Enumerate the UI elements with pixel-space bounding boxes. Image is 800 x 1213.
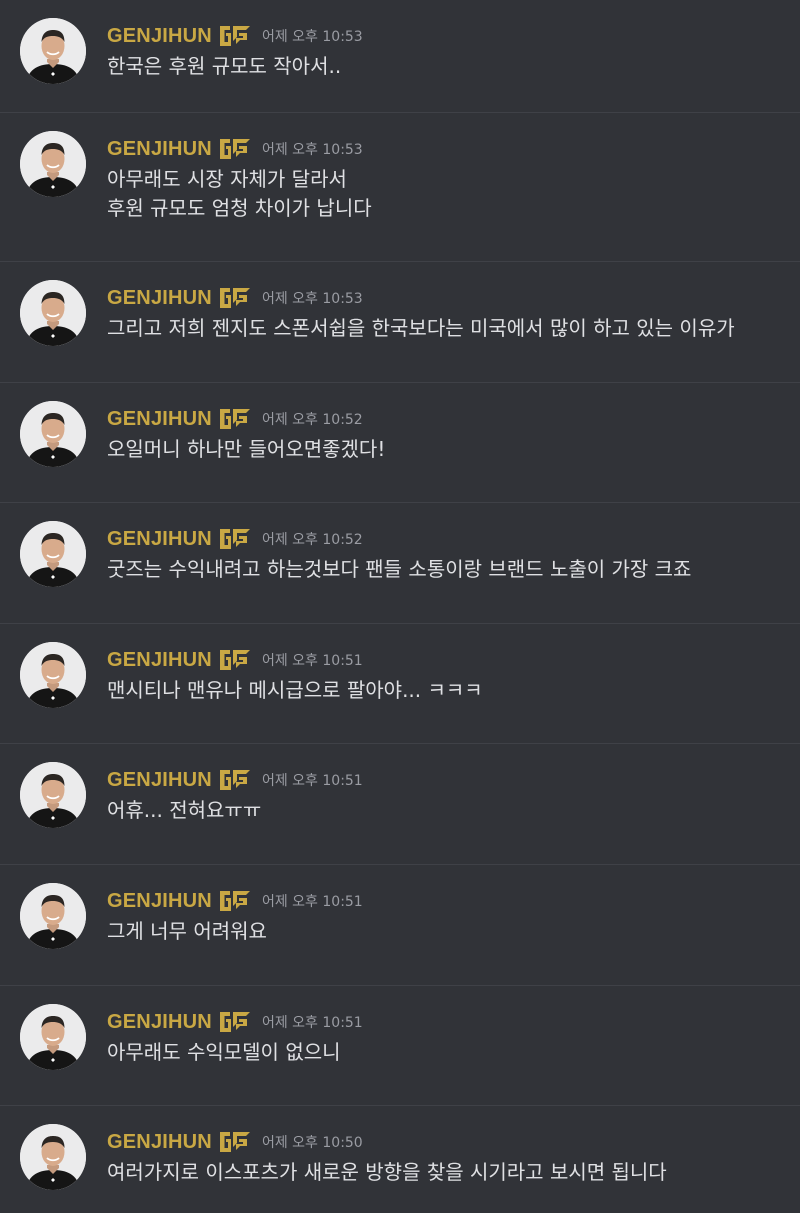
message-line: 그리고 저희 젠지도 스폰서쉽을 한국보다는 미국에서 많이 하고 있는 이유가 xyxy=(107,316,735,340)
username[interactable]: GENJIHUN xyxy=(107,649,212,672)
avatar[interactable] xyxy=(20,280,86,346)
timestamp: 어제 오후 10:52 xyxy=(261,412,363,428)
message-header: GENJIHUN 어제 오후 10:51 xyxy=(107,1008,363,1036)
message-line: 아무래도 수익모델이 없으니 xyxy=(107,1040,341,1064)
avatar-person-icon xyxy=(20,280,86,346)
message-item: GENJIHUN 어제 오후 10:51 맨시티나 맨유나 메시급으로 팔아야.… xyxy=(0,623,800,743)
username[interactable]: GENJIHUN xyxy=(107,287,212,310)
message-header: GENJIHUN 어제 오후 10:53 xyxy=(107,135,363,163)
gen-g-logo-icon[interactable] xyxy=(219,408,251,430)
username[interactable]: GENJIHUN xyxy=(107,408,212,431)
message-text: 아무래도 시장 자체가 달라서후원 규모도 엄청 차이가 납니다 xyxy=(107,165,790,223)
avatar-person-icon xyxy=(20,1004,86,1070)
avatar[interactable] xyxy=(20,642,86,708)
message-text: 아무래도 수익모델이 없으니 xyxy=(107,1038,790,1067)
message-header: GENJIHUN 어제 오후 10:53 xyxy=(107,284,363,312)
gen-g-logo-icon[interactable] xyxy=(219,138,251,160)
message-text: 굿즈는 수익내려고 하는것보다 팬들 소통이랑 브랜드 노출이 가장 크죠 xyxy=(107,555,790,584)
message-item: GENJIHUN 어제 오후 10:51 그게 너무 어려워요 xyxy=(0,864,800,985)
gen-g-logo-icon[interactable] xyxy=(219,1131,251,1153)
message-text: 여러가지로 이스포츠가 새로운 방향을 찾을 시기라고 보시면 됩니다 xyxy=(107,1158,790,1187)
avatar[interactable] xyxy=(20,883,86,949)
gen-g-logo-icon[interactable] xyxy=(219,649,251,671)
timestamp: 어제 오후 10:51 xyxy=(261,894,363,910)
message-text: 한국은 후원 규모도 작아서.. xyxy=(107,52,790,81)
avatar-person-icon xyxy=(20,883,86,949)
gen-g-logo-icon[interactable] xyxy=(219,769,251,791)
username[interactable]: GENJIHUN xyxy=(107,138,212,161)
avatar-person-icon xyxy=(20,401,86,467)
timestamp: 어제 오후 10:51 xyxy=(261,1015,363,1031)
avatar[interactable] xyxy=(20,521,86,587)
message-line: 굿즈는 수익내려고 하는것보다 팬들 소통이랑 브랜드 노출이 가장 크죠 xyxy=(107,557,692,581)
avatar[interactable] xyxy=(20,1004,86,1070)
message-item: GENJIHUN 어제 오후 10:51 아무래도 수익모델이 없으니 xyxy=(0,985,800,1105)
gen-g-logo-icon[interactable] xyxy=(219,287,251,309)
avatar-person-icon xyxy=(20,1124,86,1190)
message-text: 그리고 저희 젠지도 스폰서쉽을 한국보다는 미국에서 많이 하고 있는 이유가 xyxy=(107,314,790,343)
message-item: GENJIHUN 어제 오후 10:53 그리고 저희 젠지도 스폰서쉽을 한국… xyxy=(0,261,800,382)
message-text: 어휴... 전혀요ㅠㅠ xyxy=(107,796,790,825)
username[interactable]: GENJIHUN xyxy=(107,1011,212,1034)
message-line: 아무래도 시장 자체가 달라서 xyxy=(107,167,347,191)
timestamp: 어제 오후 10:51 xyxy=(261,773,363,789)
timestamp: 어제 오후 10:50 xyxy=(261,1135,363,1151)
message-item: GENJIHUN 어제 오후 10:52 오일머니 하나만 들어오면좋겠다! xyxy=(0,382,800,502)
timestamp: 어제 오후 10:52 xyxy=(261,532,363,548)
message-line: 맨시티나 맨유나 메시급으로 팔아야... ㅋㅋㅋ xyxy=(107,678,483,702)
avatar[interactable] xyxy=(20,1124,86,1190)
gen-g-logo-icon[interactable] xyxy=(219,528,251,550)
timestamp: 어제 오후 10:53 xyxy=(261,29,363,45)
timestamp: 어제 오후 10:51 xyxy=(261,653,363,669)
username[interactable]: GENJIHUN xyxy=(107,528,212,551)
avatar[interactable] xyxy=(20,401,86,467)
message-line: 한국은 후원 규모도 작아서.. xyxy=(107,54,342,78)
message-text: 오일머니 하나만 들어오면좋겠다! xyxy=(107,435,790,464)
avatar-person-icon xyxy=(20,131,86,197)
message-text: 맨시티나 맨유나 메시급으로 팔아야... ㅋㅋㅋ xyxy=(107,676,790,705)
message-header: GENJIHUN 어제 오후 10:50 xyxy=(107,1128,363,1156)
avatar[interactable] xyxy=(20,131,86,197)
message-header: GENJIHUN 어제 오후 10:52 xyxy=(107,405,363,433)
message-item: GENJIHUN 어제 오후 10:50 여러가지로 이스포츠가 새로운 방향을… xyxy=(0,1105,800,1213)
message-feed: GENJIHUN 어제 오후 10:53 한국은 후원 규모도 작아서.. GE… xyxy=(0,0,800,1213)
message-header: GENJIHUN 어제 오후 10:51 xyxy=(107,766,363,794)
timestamp: 어제 오후 10:53 xyxy=(261,291,363,307)
message-item: GENJIHUN 어제 오후 10:53 아무래도 시장 자체가 달라서후원 규… xyxy=(0,112,800,261)
message-header: GENJIHUN 어제 오후 10:53 xyxy=(107,22,363,50)
message-line: 오일머니 하나만 들어오면좋겠다! xyxy=(107,437,386,461)
message-header: GENJIHUN 어제 오후 10:51 xyxy=(107,887,363,915)
message-line: 여러가지로 이스포츠가 새로운 방향을 찾을 시기라고 보시면 됩니다 xyxy=(107,1160,667,1184)
username[interactable]: GENJIHUN xyxy=(107,25,212,48)
message-item: GENJIHUN 어제 오후 10:51 어휴... 전혀요ㅠㅠ xyxy=(0,743,800,864)
message-item: GENJIHUN 어제 오후 10:53 한국은 후원 규모도 작아서.. xyxy=(0,0,800,112)
message-line: 그게 너무 어려워요 xyxy=(107,919,267,943)
message-item: GENJIHUN 어제 오후 10:52 굿즈는 수익내려고 하는것보다 팬들 … xyxy=(0,502,800,623)
avatar[interactable] xyxy=(20,762,86,828)
avatar[interactable] xyxy=(20,18,86,84)
avatar-person-icon xyxy=(20,762,86,828)
message-line: 어휴... 전혀요ㅠㅠ xyxy=(107,798,262,822)
message-header: GENJIHUN 어제 오후 10:52 xyxy=(107,525,363,553)
avatar-person-icon xyxy=(20,642,86,708)
username[interactable]: GENJIHUN xyxy=(107,1131,212,1154)
timestamp: 어제 오후 10:53 xyxy=(261,142,363,158)
gen-g-logo-icon[interactable] xyxy=(219,890,251,912)
message-header: GENJIHUN 어제 오후 10:51 xyxy=(107,646,363,674)
avatar-person-icon xyxy=(20,521,86,587)
gen-g-logo-icon[interactable] xyxy=(219,25,251,47)
message-line: 후원 규모도 엄청 차이가 납니다 xyxy=(107,196,372,220)
username[interactable]: GENJIHUN xyxy=(107,769,212,792)
message-text: 그게 너무 어려워요 xyxy=(107,917,790,946)
username[interactable]: GENJIHUN xyxy=(107,890,212,913)
avatar-person-icon xyxy=(20,18,86,84)
gen-g-logo-icon[interactable] xyxy=(219,1011,251,1033)
